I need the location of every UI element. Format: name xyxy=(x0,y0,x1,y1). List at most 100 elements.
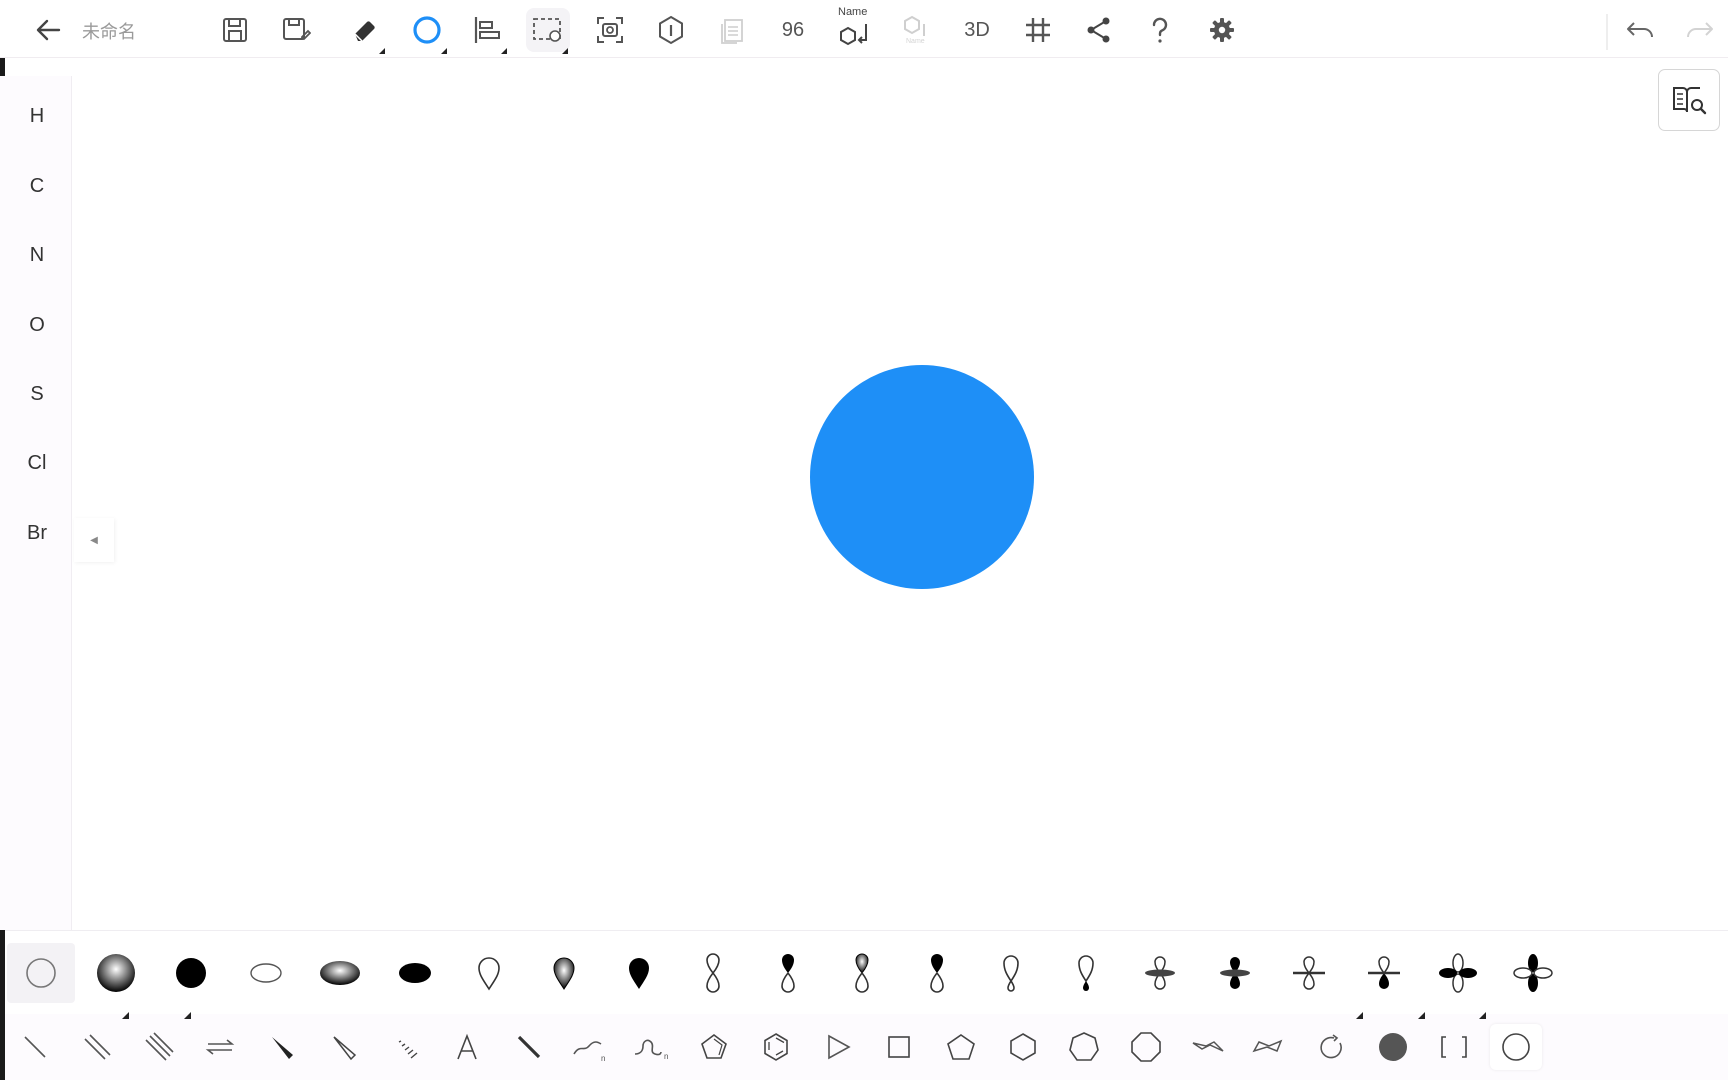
back-button[interactable] xyxy=(26,8,70,52)
save-as-button[interactable] xyxy=(274,8,318,52)
screenshot-button[interactable] xyxy=(588,8,632,52)
pentagon-ring-icon[interactable] xyxy=(688,1024,740,1070)
p-orbital-outline-icon[interactable] xyxy=(679,943,747,1003)
single-bond-icon[interactable] xyxy=(9,1024,61,1070)
undo-button[interactable] xyxy=(1618,8,1662,52)
search-panel-button[interactable] xyxy=(1658,69,1720,131)
screenshot-icon xyxy=(597,17,623,43)
element-button-br[interactable]: Br xyxy=(10,508,64,558)
drawing-canvas[interactable] xyxy=(72,58,1728,930)
boat-conformation-icon[interactable] xyxy=(1243,1024,1295,1070)
p-lobe-outline-icon[interactable] xyxy=(455,943,523,1003)
flat-orbital-outline-icon[interactable] xyxy=(232,943,300,1003)
p-orbital-half-alt-icon[interactable] xyxy=(1052,943,1120,1003)
back-arrow-icon xyxy=(36,19,61,41)
align-button[interactable] xyxy=(465,8,509,54)
pentagon-shape-icon[interactable] xyxy=(935,1024,987,1070)
element-button-c[interactable]: C xyxy=(10,161,64,211)
s-orbital-filled-icon[interactable] xyxy=(157,943,225,1003)
p-lobe-shaded-icon[interactable] xyxy=(530,943,598,1003)
svg-text:n: n xyxy=(601,1054,605,1062)
rotate-arrow-icon[interactable] xyxy=(1305,1024,1357,1070)
d-orbital-clover-outline-icon[interactable] xyxy=(1424,943,1492,1003)
dz2-orbital-outline-icon[interactable] xyxy=(1126,943,1194,1003)
bracket-icon[interactable] xyxy=(1428,1024,1480,1070)
flat-orbital-filled-icon[interactable] xyxy=(381,943,449,1003)
triangle-shape-icon[interactable] xyxy=(812,1024,864,1070)
grid-icon xyxy=(1026,18,1050,42)
document-title[interactable]: 未命名 xyxy=(82,18,136,44)
bond-and-shape-palette: n n xyxy=(5,1014,1728,1080)
p-lobe-filled-icon[interactable] xyxy=(605,943,673,1003)
gear-icon xyxy=(1210,18,1234,42)
marquee-select-button[interactable] xyxy=(526,8,570,54)
copy-page-button[interactable] xyxy=(710,8,754,52)
hexagon-info-icon xyxy=(659,15,683,45)
circle-shape-icon[interactable] xyxy=(1490,1024,1542,1070)
drawn-circle-shape[interactable] xyxy=(810,365,1034,589)
dz2-orbital-cross-alt-icon[interactable] xyxy=(1350,943,1418,1003)
eraser-tool-button[interactable] xyxy=(343,8,387,54)
wedge-bond-icon[interactable] xyxy=(256,1024,308,1070)
double-bond-icon[interactable] xyxy=(71,1024,123,1070)
s-orbital-shaded-icon[interactable] xyxy=(82,943,150,1003)
share-button[interactable] xyxy=(1077,8,1121,52)
element-button-h[interactable]: H xyxy=(10,91,64,141)
share-icon xyxy=(1087,17,1110,43)
help-button[interactable] xyxy=(1138,8,1182,52)
element-bar: H C N O S Cl Br xyxy=(0,76,72,930)
wavy-chain-icon[interactable]: n xyxy=(565,1024,617,1070)
grid-toggle-button[interactable] xyxy=(1016,8,1060,52)
save-as-icon xyxy=(283,18,311,40)
element-button-n[interactable]: N xyxy=(10,230,64,280)
structure-to-name-button[interactable]: Name xyxy=(894,8,938,52)
curve-chain-icon[interactable]: n xyxy=(626,1024,678,1070)
element-button-cl[interactable]: Cl xyxy=(10,438,64,488)
settings-button[interactable] xyxy=(1200,8,1244,52)
name-tool-label: Name xyxy=(838,6,868,18)
align-left-icon xyxy=(474,17,500,43)
copy-page-icon xyxy=(721,19,743,44)
d-orbital-clover-filled-icon[interactable] xyxy=(1499,943,1567,1003)
triple-bond-icon[interactable] xyxy=(133,1024,185,1070)
benzene-ring-icon[interactable] xyxy=(750,1024,802,1070)
view-3d-button[interactable]: 3D xyxy=(955,8,999,52)
hexagon-shape-icon[interactable] xyxy=(997,1024,1049,1070)
p-orbital-half-filled-icon[interactable] xyxy=(754,943,822,1003)
dz2-orbital-filled-icon[interactable] xyxy=(1201,943,1269,1003)
chair-conformation-icon[interactable] xyxy=(1182,1024,1234,1070)
p-orbital-filled-icon[interactable] xyxy=(903,943,971,1003)
p-orbital-shaded-icon[interactable] xyxy=(828,943,896,1003)
hashed-bond-icon[interactable] xyxy=(380,1024,432,1070)
redo-button[interactable] xyxy=(1678,8,1722,52)
eraser-icon xyxy=(354,21,375,42)
svg-text:n: n xyxy=(664,1052,668,1061)
top-toolbar: 未命名 96 Name Name 3D xyxy=(0,0,1728,58)
book-search-icon xyxy=(1673,87,1707,115)
toolbar-divider xyxy=(1606,14,1608,50)
flat-orbital-shaded-icon[interactable] xyxy=(306,943,374,1003)
octagon-shape-icon[interactable] xyxy=(1120,1024,1172,1070)
dz2-orbital-cross-icon[interactable] xyxy=(1275,943,1343,1003)
marquee-select-icon xyxy=(533,18,561,42)
save-button[interactable] xyxy=(213,8,257,52)
square-shape-icon[interactable] xyxy=(873,1024,925,1070)
text-tool-icon[interactable] xyxy=(441,1024,493,1070)
reaction-arrows-icon[interactable] xyxy=(194,1024,246,1070)
bold-bond-icon[interactable] xyxy=(503,1024,555,1070)
lasso-select-button[interactable] xyxy=(405,8,449,54)
question-mark-icon xyxy=(1152,17,1168,43)
element-button-o[interactable]: O xyxy=(10,300,64,350)
name-to-structure-button[interactable]: Name xyxy=(833,6,877,52)
orbital-palette xyxy=(5,930,1728,1012)
s-orbital-outline-icon[interactable] xyxy=(7,943,75,1003)
filled-circle-icon[interactable] xyxy=(1367,1024,1419,1070)
heptagon-shape-icon[interactable] xyxy=(1058,1024,1110,1070)
redo-icon xyxy=(1687,22,1713,38)
p-orbital-outline-alt-icon[interactable] xyxy=(977,943,1045,1003)
info-button[interactable] xyxy=(649,8,693,52)
name-to-structure-icon xyxy=(840,24,867,46)
font-size-button[interactable]: 96 xyxy=(771,8,815,52)
element-button-s[interactable]: S xyxy=(10,369,64,419)
hollow-wedge-bond-icon[interactable] xyxy=(318,1024,370,1070)
